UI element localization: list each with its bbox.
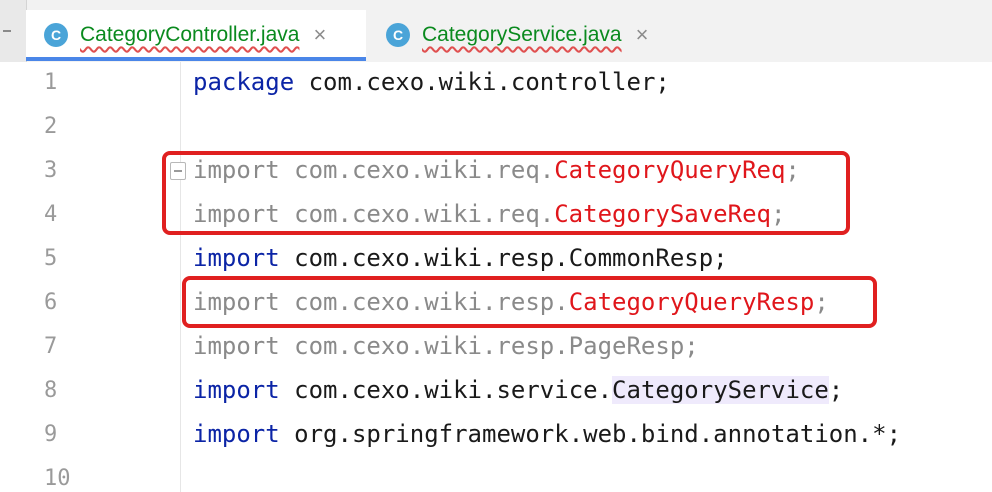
line-number: 2 bbox=[44, 114, 58, 139]
line-number: 4 bbox=[44, 202, 58, 227]
tab-label: CategoryController.java bbox=[80, 23, 300, 46]
line-number: 7 bbox=[44, 334, 58, 359]
code-line-9: import org.springframework.web.bind.anno… bbox=[193, 420, 901, 448]
code-line-7: import com.cexo.wiki.resp.PageResp; bbox=[193, 332, 699, 360]
line-number: 1 bbox=[44, 70, 58, 95]
code-line-5: import com.cexo.wiki.resp.CommonResp; bbox=[193, 244, 728, 272]
strip-marker bbox=[3, 30, 11, 32]
active-tab-indicator bbox=[26, 57, 366, 61]
annotation-box-req-imports bbox=[162, 151, 850, 235]
code-line-1: package com.cexo.wiki.controller; bbox=[193, 68, 670, 96]
highlighted-class: CategoryService bbox=[612, 376, 829, 404]
code-text: ; bbox=[828, 376, 844, 404]
line-number: 3 bbox=[44, 158, 58, 183]
code-text: com.cexo.wiki.resp.CommonResp; bbox=[279, 244, 728, 272]
line-number: 5 bbox=[44, 246, 58, 271]
keyword: package bbox=[193, 68, 295, 96]
annotation-box-resp-import bbox=[182, 276, 877, 328]
keyword: import bbox=[193, 376, 280, 404]
line-number-gutter: 1 2 3 4 5 6 7 8 9 10 bbox=[0, 62, 181, 492]
tab-category-service[interactable]: C CategoryService.java × bbox=[368, 10, 698, 60]
tool-window-strip[interactable] bbox=[0, 0, 27, 62]
line-number: 10 bbox=[44, 466, 71, 491]
close-icon[interactable]: × bbox=[313, 22, 326, 48]
code-text: com.cexo.wiki.service. bbox=[279, 376, 613, 404]
class-icon: C bbox=[44, 23, 68, 47]
keyword: import bbox=[193, 244, 280, 272]
code-text: org.springframework.web.bind.annotation.… bbox=[279, 420, 902, 448]
keyword: import bbox=[193, 420, 280, 448]
line-number: 8 bbox=[44, 378, 58, 403]
code-text: com.cexo.wiki.controller; bbox=[294, 68, 670, 96]
tab-category-controller[interactable]: C CategoryController.java × bbox=[26, 10, 366, 60]
editor-tab-bar: C CategoryController.java × C CategorySe… bbox=[0, 0, 992, 63]
line-number: 9 bbox=[44, 422, 58, 447]
line-number: 6 bbox=[44, 290, 58, 315]
close-icon[interactable]: × bbox=[636, 22, 649, 48]
code-line-8: import com.cexo.wiki.service.CategorySer… bbox=[193, 376, 843, 404]
class-icon: C bbox=[386, 23, 410, 47]
code-editor[interactable]: 1 2 3 4 5 6 7 8 9 10 package com.cexo.wi… bbox=[0, 62, 992, 492]
tab-label: CategoryService.java bbox=[422, 23, 622, 46]
